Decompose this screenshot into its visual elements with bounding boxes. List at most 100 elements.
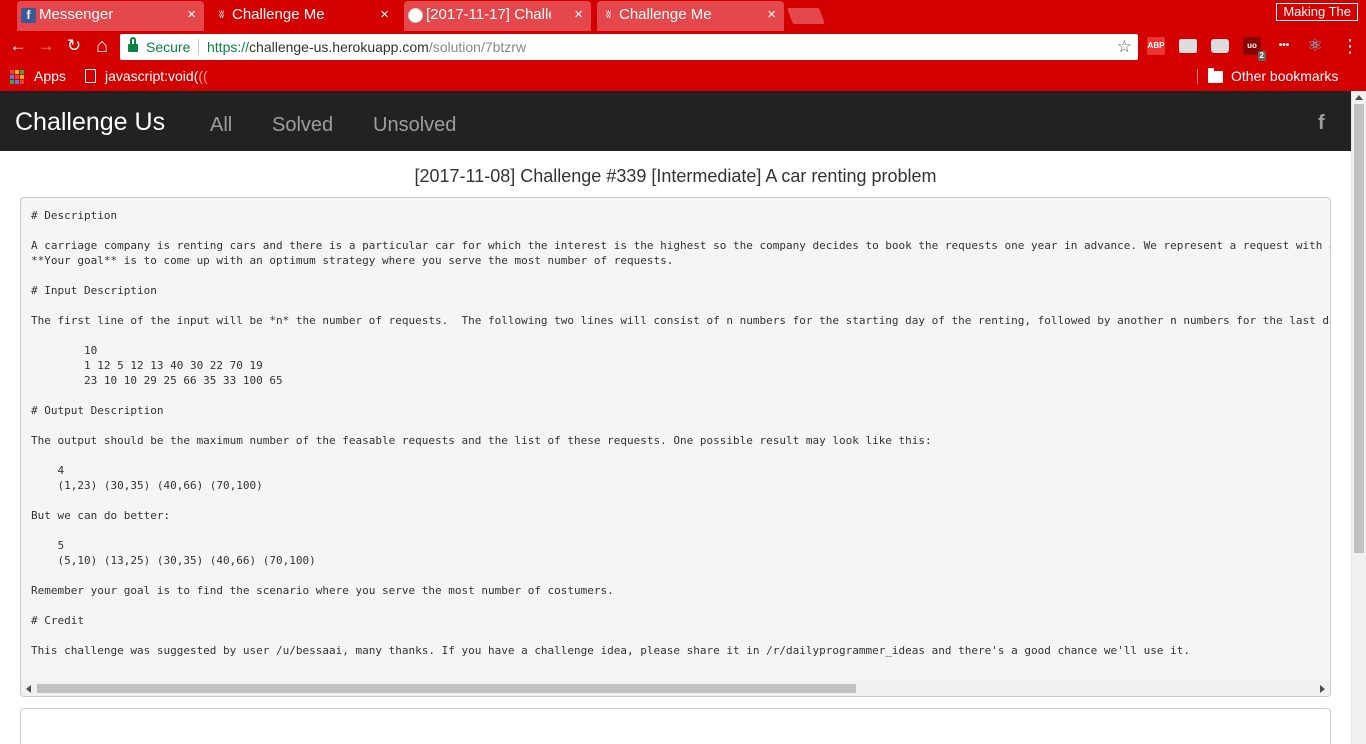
description-line [31, 628, 1330, 643]
dots-extension-icon[interactable]: ••• [1275, 37, 1293, 55]
challenge-favicon: ʬ [606, 10, 611, 21]
back-icon[interactable]: ← [8, 36, 28, 56]
description-line: # Output Description [31, 404, 164, 417]
divider [1197, 69, 1198, 84]
folder-icon [1208, 68, 1223, 83]
description-line [31, 298, 1330, 313]
apps-icon [10, 70, 24, 84]
document-icon [85, 69, 96, 83]
description-line [31, 568, 1330, 583]
nav-link-solved[interactable]: Solved [272, 91, 333, 159]
challenge-favicon: ʬ [219, 10, 224, 21]
close-icon[interactable]: × [187, 1, 196, 29]
page-viewport: Challenge Us All Solved Unsolved f [2017… [0, 91, 1351, 744]
description-line: # Input Description [31, 284, 157, 297]
scroll-left-icon[interactable] [26, 685, 31, 693]
tab-title: Challenge Me [232, 6, 325, 23]
scroll-up-icon[interactable] [1355, 95, 1363, 100]
bookmark-star-icon[interactable]: ☆ [1117, 34, 1132, 60]
description-line: But we can do better: [31, 509, 171, 522]
description-line [31, 598, 1330, 613]
adblock-plus-icon[interactable]: ABP [1147, 37, 1165, 55]
description-line [31, 493, 1330, 508]
scrollbar-thumb[interactable] [1354, 104, 1364, 553]
description-line: (5,10) (13,25) (30,35) (40,66) (70,100) [31, 554, 316, 567]
site-navbar: Challenge Us All Solved Unsolved f [0, 91, 1351, 151]
description-line: **Your goal** is to come up with an opti… [31, 254, 674, 267]
description-line: 10 [31, 344, 98, 357]
tab-challenge-me[interactable]: ʬ Challenge Me × [597, 1, 784, 31]
description-line [31, 448, 1330, 463]
description-line [31, 328, 1330, 343]
facebook-icon[interactable]: f [1318, 111, 1325, 135]
forward-icon[interactable]: → [36, 36, 56, 56]
bookmarks-bar: Apps javascript:void((( Other bookmarks [0, 62, 1366, 91]
tab-title: Messenger [39, 6, 114, 23]
reload-icon[interactable]: ↻ [64, 36, 84, 56]
ublock-icon[interactable]: uo 2 [1243, 37, 1266, 61]
close-icon[interactable]: × [767, 1, 776, 29]
secure-label: Secure [146, 39, 191, 55]
description-line: Remember your goal is to find the scenar… [31, 584, 614, 597]
facebook-icon: f [21, 8, 36, 23]
description-line [31, 418, 1330, 433]
description-line: 1 12 5 12 13 40 30 22 70 19 [31, 359, 263, 372]
bookmark-javascript-label: javascript:void( [105, 68, 199, 84]
profile-button[interactable]: Making The [1276, 3, 1358, 21]
nav-link-unsolved[interactable]: Unsolved [373, 91, 456, 159]
divider [198, 39, 199, 55]
browser-toolbar: ← → ↻ ⌂ Secure https://challenge-us.hero… [0, 31, 1366, 62]
description-line [31, 268, 1330, 283]
url-text[interactable]: https://challenge-us.herokuapp.com/solut… [207, 34, 526, 60]
description-line: 5 [31, 539, 65, 552]
site-brand[interactable]: Challenge Us [15, 91, 165, 153]
description-line: A carriage company is renting cars and t… [31, 239, 1331, 252]
challenge-description: # Description A carriage company is rent… [20, 197, 1331, 697]
chat-extension-icon[interactable] [1211, 39, 1229, 53]
description-line [31, 388, 1330, 403]
react-devtools-icon[interactable]: ⚛ [1306, 37, 1324, 55]
home-icon[interactable]: ⌂ [92, 36, 112, 56]
reddit-icon [408, 8, 423, 23]
description-line: 23 10 10 29 25 66 35 33 100 65 [31, 374, 283, 387]
tab-reddit[interactable]: [2017-11-17] Challe × [404, 1, 591, 31]
tab-messenger[interactable]: f Messenger × [17, 1, 204, 31]
description-text: # Description A carriage company is rent… [31, 208, 1331, 658]
solution-box [20, 708, 1331, 744]
description-line [31, 523, 1330, 538]
menu-icon[interactable]: ⋮ [1340, 36, 1360, 56]
url-scheme: https:// [207, 39, 250, 55]
tab-strip: f Messenger × ʬ Challenge Me × [2017-11-… [0, 0, 1366, 31]
description-line: 4 [31, 464, 65, 477]
horizontal-scrollbar[interactable] [21, 681, 1330, 696]
close-icon[interactable]: × [380, 1, 389, 29]
ublock-badge: 2 [1257, 51, 1266, 61]
tab-title: [2017-11-17] Challe [426, 6, 551, 23]
bookmark-javascript-fade: (( [198, 68, 208, 84]
challenge-title: [2017-11-08] Challenge #339 [Intermediat… [414, 166, 937, 186]
bookmark-javascript[interactable]: javascript:void((( [105, 62, 208, 90]
description-line [31, 223, 1330, 238]
description-line: # Credit [31, 614, 84, 627]
clapper-extension-icon[interactable] [1179, 39, 1197, 53]
bookmark-other[interactable]: Other bookmarks [1231, 62, 1338, 90]
bookmark-apps[interactable]: Apps [34, 62, 66, 90]
lock-icon [128, 37, 138, 52]
address-bar[interactable]: Secure https://challenge-us.herokuapp.co… [120, 34, 1138, 60]
tab-challenge-me-active[interactable]: ʬ Challenge Me × [210, 1, 397, 31]
description-line: This challenge was suggested by user /u/… [31, 644, 1190, 657]
scroll-right-icon[interactable] [1320, 685, 1325, 693]
ublock-label: uo [1247, 41, 1257, 50]
scrollbar-thumb[interactable] [37, 684, 856, 693]
description-line: The first line of the input will be *n* … [31, 314, 1331, 327]
nav-link-all[interactable]: All [210, 91, 232, 159]
tab-title: Challenge Me [619, 6, 712, 23]
vertical-scrollbar[interactable] [1351, 91, 1366, 744]
description-line: (1,23) (30,35) (40,66) (70,100) [31, 479, 263, 492]
url-path: /solution/7btzrw [428, 39, 527, 55]
url-host: challenge-us.herokuapp.com [249, 39, 429, 55]
description-line: # Description [31, 209, 118, 222]
close-icon[interactable]: × [574, 1, 583, 29]
description-line: The output should be the maximum number … [31, 434, 932, 447]
new-tab-button[interactable] [787, 8, 825, 24]
